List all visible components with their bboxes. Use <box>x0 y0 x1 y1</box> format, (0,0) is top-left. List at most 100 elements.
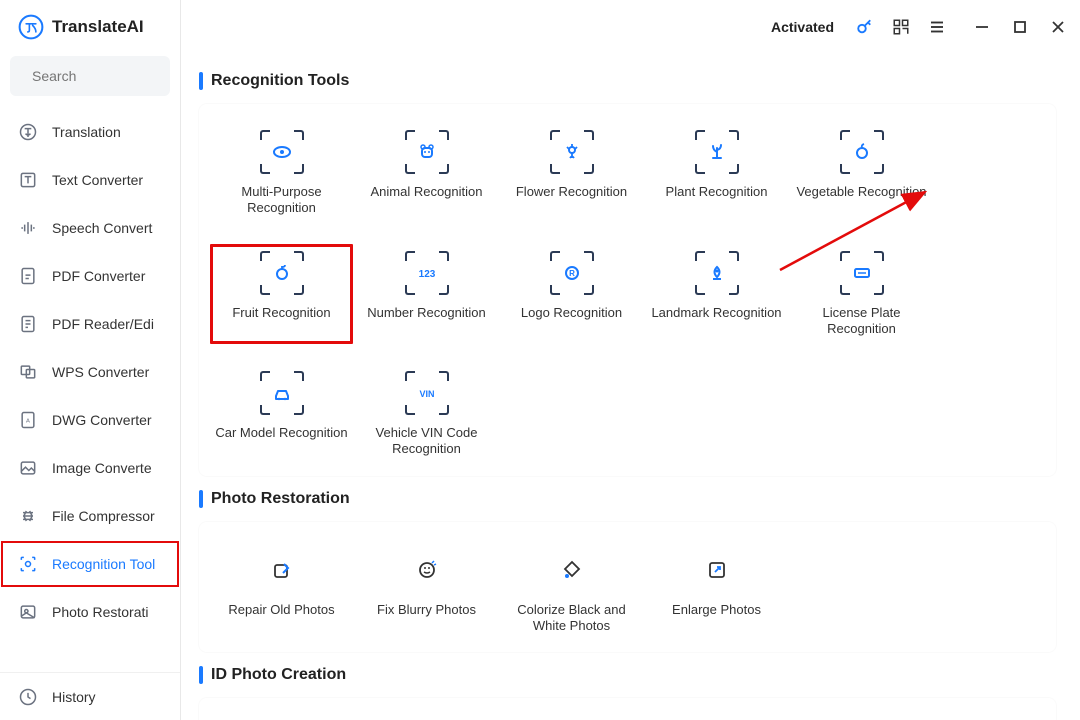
section-accent-bar <box>199 490 203 508</box>
tool-label: Fruit Recognition <box>232 305 330 321</box>
section-title: Recognition Tools <box>211 72 349 90</box>
tool-label: Animal Recognition <box>370 184 482 200</box>
section-title: ID Photo Creation <box>211 666 346 684</box>
section-accent-bar <box>199 72 203 90</box>
sidebar-item-label: History <box>52 689 96 705</box>
svg-text:A: A <box>26 419 30 425</box>
sidebar-item-text-converter[interactable]: Text Converter <box>0 156 180 204</box>
tool-label: Logo Recognition <box>521 305 622 321</box>
key-icon[interactable] <box>856 18 874 36</box>
photo-restoration-icon <box>18 602 38 622</box>
restoration-tools-panel: Repair Old Photos Fix Blurry Photos Colori… <box>199 522 1056 653</box>
activation-status: Activated <box>771 19 834 35</box>
sidebar-item-wps-converter[interactable]: WPS Converter <box>0 348 180 396</box>
sidebar-item-label: PDF Reader/Edi <box>52 316 154 332</box>
sidebar-item-history[interactable]: History <box>0 672 180 720</box>
sidebar-item-speech-convert[interactable]: Speech Convert <box>0 204 180 252</box>
tool-vegetable[interactable]: Vegetable Recognition <box>789 122 934 225</box>
sidebar-item-label: File Compressor <box>52 508 155 524</box>
wps-icon <box>18 362 38 382</box>
sidebar-item-label: Recognition Tool <box>52 556 155 572</box>
tool-label: Fix Blurry Photos <box>377 602 476 618</box>
tool-label: Car Model Recognition <box>215 425 347 441</box>
content-scroll[interactable]: Recognition Tools Multi-Purpose Recognit… <box>181 54 1080 720</box>
section-header-recognition: Recognition Tools <box>199 72 1056 90</box>
section-title: Photo Restoration <box>211 490 350 508</box>
sidebar-item-photo-restoration[interactable]: Photo Restorati <box>0 588 180 636</box>
recognition-tools-panel: Multi-Purpose Recognition Animal Recognit… <box>199 104 1056 476</box>
section-accent-bar <box>199 666 203 684</box>
qr-icon[interactable] <box>892 18 910 36</box>
tool-repair[interactable]: Repair Old Photos <box>209 540 354 643</box>
app-logo-icon <box>18 14 44 40</box>
recognition-icon <box>18 554 38 574</box>
compressor-icon <box>18 506 38 526</box>
sidebar-item-label: Text Converter <box>52 172 143 188</box>
tool-id3[interactable] <box>499 716 644 720</box>
text-converter-icon <box>18 170 38 190</box>
titlebar: Activated <box>181 0 1080 54</box>
minimize-button[interactable] <box>974 19 990 35</box>
close-button[interactable] <box>1050 19 1066 35</box>
sidebar-item-image-converter[interactable]: Image Converte <box>0 444 180 492</box>
tool-number[interactable]: 123Number Recognition <box>354 243 499 346</box>
pdf-converter-icon <box>18 266 38 286</box>
tool-plant[interactable]: Plant Recognition <box>644 122 789 225</box>
tool-id5[interactable] <box>789 716 934 720</box>
sidebar-item-label: Image Converte <box>52 460 152 476</box>
tool-fruit[interactable]: Fruit Recognition <box>209 243 354 346</box>
sidebar-item-translation[interactable]: Translation <box>0 108 180 156</box>
sidebar-item-label: DWG Converter <box>52 412 152 428</box>
app-name: TranslateAI <box>52 17 144 37</box>
sidebar: TranslateAI Translation Text Converter S… <box>0 0 181 720</box>
sidebar-item-pdf-converter[interactable]: PDF Converter <box>0 252 180 300</box>
tool-vin[interactable]: VINVehicle VIN Code Recognition <box>354 363 499 466</box>
sidebar-item-label: WPS Converter <box>52 364 149 380</box>
tool-landmark[interactable]: Landmark Recognition <box>644 243 789 346</box>
sidebar-item-file-compressor[interactable]: File Compressor <box>0 492 180 540</box>
sidebar-item-label: Photo Restorati <box>52 604 149 620</box>
sidebar-item-pdf-reader[interactable]: PDF Reader/Edi <box>0 300 180 348</box>
tool-enlarge[interactable]: Enlarge Photos <box>644 540 789 643</box>
tool-id1[interactable] <box>209 716 354 720</box>
sidebar-item-label: Translation <box>52 124 121 140</box>
tool-animal[interactable]: Animal Recognition <box>354 122 499 225</box>
tool-id4[interactable] <box>644 716 789 720</box>
speech-icon <box>18 218 38 238</box>
tool-blurry[interactable]: Fix Blurry Photos <box>354 540 499 643</box>
sidebar-item-label: PDF Converter <box>52 268 145 284</box>
idphoto-tools-panel <box>199 698 1056 720</box>
tool-label: Landmark Recognition <box>651 305 781 321</box>
tool-label: Enlarge Photos <box>672 602 761 618</box>
pdf-reader-icon <box>18 314 38 334</box>
tool-label: Flower Recognition <box>516 184 627 200</box>
tool-label: Plant Recognition <box>666 184 768 200</box>
image-converter-icon <box>18 458 38 478</box>
sidebar-nav: Translation Text Converter Speech Conver… <box>0 108 180 720</box>
tool-label: Repair Old Photos <box>228 602 334 618</box>
history-icon <box>18 687 38 707</box>
section-header-restoration: Photo Restoration <box>199 490 1056 508</box>
tool-colorize[interactable]: Colorize Black and White Photos <box>499 540 644 643</box>
menu-icon[interactable] <box>928 18 946 36</box>
maximize-button[interactable] <box>1012 19 1028 35</box>
window-controls <box>974 19 1066 35</box>
sidebar-item-label: Speech Convert <box>52 220 152 236</box>
tool-id2[interactable] <box>354 716 499 720</box>
tool-label: Number Recognition <box>367 305 486 321</box>
dwg-icon: A <box>18 410 38 430</box>
app-logo-area: TranslateAI <box>0 0 180 48</box>
tool-label: License Plate Recognition <box>793 305 930 338</box>
search-box[interactable] <box>10 56 170 96</box>
tool-plate[interactable]: License Plate Recognition <box>789 243 934 346</box>
sidebar-item-recognition-tool[interactable]: Recognition Tool <box>0 540 180 588</box>
sidebar-item-dwg-converter[interactable]: A DWG Converter <box>0 396 180 444</box>
tool-flower[interactable]: Flower Recognition <box>499 122 644 225</box>
tool-logo[interactable]: RLogo Recognition <box>499 243 644 346</box>
section-header-idphoto: ID Photo Creation <box>199 666 1056 684</box>
tool-label: Multi-Purpose Recognition <box>213 184 350 217</box>
translation-icon <box>18 122 38 142</box>
tool-eye[interactable]: Multi-Purpose Recognition <box>209 122 354 225</box>
tool-label: Colorize Black and White Photos <box>503 602 640 635</box>
tool-car[interactable]: Car Model Recognition <box>209 363 354 466</box>
